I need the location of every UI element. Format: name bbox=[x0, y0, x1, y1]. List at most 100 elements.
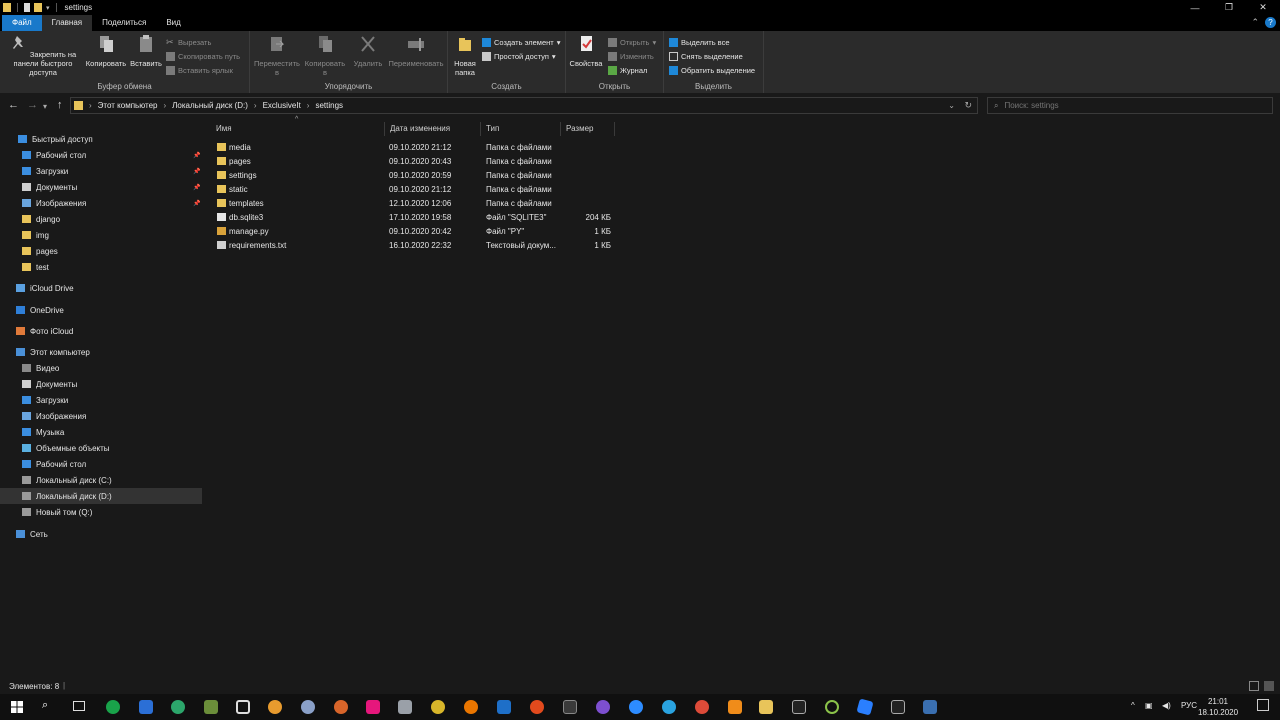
forward-arrow-icon[interactable]: → bbox=[27, 99, 38, 111]
sidebar-item[interactable]: Загрузки bbox=[0, 392, 202, 408]
sidebar-item[interactable]: Изображения 📌 bbox=[0, 195, 202, 211]
large-icons-view-button[interactable] bbox=[1264, 681, 1274, 691]
file-row[interactable]: manage.py 09.10.2020 20:42 Файл "PY" 1 КБ bbox=[207, 225, 617, 239]
pin-quick-access-button[interactable]: Закрепить на панели быстрого доступа bbox=[3, 34, 83, 77]
chevron-up-icon[interactable]: ^ bbox=[1131, 701, 1135, 710]
remote-desktop-icon[interactable] bbox=[497, 700, 511, 714]
tab-share[interactable]: Поделиться bbox=[92, 15, 156, 31]
history-button[interactable]: Журнал bbox=[608, 64, 647, 77]
volume-icon[interactable]: ◀) bbox=[1162, 701, 1171, 710]
unity-icon[interactable] bbox=[236, 700, 250, 714]
invert-selection-button[interactable]: Обратить выделение bbox=[669, 64, 755, 77]
new-item-button[interactable]: Создать элемент ▾ bbox=[482, 36, 560, 49]
app-icon[interactable] bbox=[301, 700, 315, 714]
clock[interactable]: 21:01 18.10.2020 bbox=[1198, 696, 1238, 718]
open-button[interactable]: Открыть ▾ bbox=[608, 36, 656, 49]
file-row[interactable]: templates 12.10.2020 12:06 Папка с файлами bbox=[207, 197, 617, 211]
select-all-button[interactable]: Выделить все bbox=[669, 36, 730, 49]
maximize-button[interactable]: ❐ bbox=[1212, 0, 1246, 15]
details-view-button[interactable] bbox=[1249, 681, 1259, 691]
colorful-app-icon[interactable] bbox=[431, 700, 445, 714]
sidebar-item[interactable]: Документы bbox=[0, 376, 202, 392]
clock-app-icon[interactable] bbox=[825, 700, 839, 714]
sidebar-item[interactable]: Загрузки 📌 bbox=[0, 163, 202, 179]
column-name[interactable]: Имя bbox=[211, 122, 385, 136]
notepad-icon[interactable] bbox=[398, 700, 412, 714]
tab-file[interactable]: Файл bbox=[2, 15, 42, 31]
pin-icon[interactable]: 📌 bbox=[193, 200, 200, 207]
cut-button[interactable]: ✂ Вырезать bbox=[166, 36, 211, 49]
sidebar-item[interactable]: Видео bbox=[0, 360, 202, 376]
sidebar-item[interactable]: OneDrive bbox=[0, 302, 202, 318]
sidebar-item[interactable]: Рабочий стол 📌 bbox=[0, 147, 202, 163]
sidebar-item[interactable]: Сеть bbox=[0, 526, 202, 542]
file-row[interactable]: media 09.10.2020 21:12 Папка с файлами bbox=[207, 141, 617, 155]
app-3-icon[interactable] bbox=[139, 700, 153, 714]
roblox-studio-icon[interactable] bbox=[856, 698, 874, 716]
network-icon[interactable]: ▣ bbox=[1145, 701, 1153, 710]
task-view-icon[interactable] bbox=[73, 701, 85, 711]
new-folder-button[interactable]: Новая папка bbox=[450, 34, 480, 77]
fox-app-icon[interactable] bbox=[334, 700, 348, 714]
calculator-icon[interactable] bbox=[563, 700, 577, 714]
paste-button[interactable]: Вставить bbox=[129, 34, 163, 68]
sidebar-item[interactable]: test bbox=[0, 259, 202, 275]
move-to-button[interactable]: Переместить в bbox=[252, 34, 302, 77]
terminal-icon[interactable] bbox=[792, 700, 806, 714]
column-date-modified[interactable]: Дата изменения bbox=[385, 122, 481, 136]
pin-icon[interactable]: 📌 bbox=[193, 152, 200, 159]
file-row[interactable]: db.sqlite3 17.10.2020 19:58 Файл "SQLITE3"… bbox=[207, 211, 617, 225]
copy-path-button[interactable]: Скопировать путь bbox=[166, 50, 240, 63]
minimize-button[interactable]: — bbox=[1178, 0, 1212, 15]
network-app-icon[interactable] bbox=[923, 700, 937, 714]
file-row[interactable]: pages 09.10.2020 20:43 Папка с файлами bbox=[207, 155, 617, 169]
column-size[interactable]: Размер bbox=[561, 122, 615, 136]
tab-home[interactable]: Главная bbox=[41, 15, 93, 31]
chatgpt-icon[interactable] bbox=[171, 700, 185, 714]
sidebar-item[interactable]: Музыка bbox=[0, 424, 202, 440]
address-bar[interactable]: › Этот компьютер › Локальный диск (D:) ›… bbox=[70, 97, 978, 114]
sidebar-item[interactable]: iCloud Drive bbox=[0, 280, 202, 296]
close-button[interactable]: ✕ bbox=[1246, 0, 1280, 15]
scratch-cat-icon[interactable] bbox=[268, 700, 282, 714]
sidebar-item[interactable]: Локальный диск (C:) bbox=[0, 472, 202, 488]
file-row[interactable]: static 09.10.2020 21:12 Папка с файлами bbox=[207, 183, 617, 197]
copy-to-button[interactable]: Копировать в bbox=[302, 34, 348, 77]
sidebar-item[interactable]: django bbox=[0, 211, 202, 227]
edit-button[interactable]: Изменить bbox=[608, 50, 654, 63]
file-explorer-icon[interactable] bbox=[759, 700, 773, 714]
select-none-button[interactable]: Снять выделение bbox=[669, 50, 743, 63]
sublime-text-icon[interactable] bbox=[728, 700, 742, 714]
breadcrumb-drive-d[interactable]: Локальный диск (D:) bbox=[172, 101, 248, 110]
copy-button[interactable]: Копировать bbox=[84, 34, 128, 68]
sidebar-item[interactable]: Документы 📌 bbox=[0, 179, 202, 195]
column-type[interactable]: Тип bbox=[481, 122, 561, 136]
file-row[interactable]: settings 09.10.2020 20:59 Папка с файлами bbox=[207, 169, 617, 183]
pin-icon[interactable]: 📌 bbox=[193, 168, 200, 175]
tab-view[interactable]: Вид bbox=[156, 15, 190, 31]
firefox-icon[interactable] bbox=[530, 700, 544, 714]
powershell-icon[interactable] bbox=[891, 700, 905, 714]
easy-access-button[interactable]: Простой доступ ▾ bbox=[482, 50, 556, 63]
language-indicator[interactable]: РУС bbox=[1181, 701, 1197, 710]
delete-button[interactable]: Удалить bbox=[350, 34, 386, 68]
chrome-icon[interactable] bbox=[695, 700, 709, 714]
pin-icon[interactable]: 📌 bbox=[193, 184, 200, 191]
sidebar-item[interactable]: Новый том (Q:) bbox=[0, 504, 202, 520]
sidebar-item[interactable]: pages bbox=[0, 243, 202, 259]
sidebar-item[interactable]: Фото iCloud bbox=[0, 323, 202, 339]
new-folder-icon[interactable] bbox=[34, 3, 42, 12]
properties-button[interactable]: Свойства bbox=[568, 34, 604, 68]
chevron-down-icon[interactable]: ▾ bbox=[46, 4, 50, 12]
windows-start-icon[interactable] bbox=[11, 701, 23, 713]
sidebar-item[interactable]: Изображения bbox=[0, 408, 202, 424]
address-dropdown-icon[interactable]: ⌄ bbox=[948, 101, 955, 110]
sidebar-item[interactable]: Локальный диск (D:) bbox=[0, 488, 202, 504]
breadcrumb-exclusiveit[interactable]: ExclusiveIt bbox=[263, 101, 301, 110]
zoom-icon[interactable] bbox=[629, 700, 643, 714]
file-row[interactable]: requirements.txt 16.10.2020 22:32 Текстовы… bbox=[207, 239, 617, 253]
chevron-up-icon[interactable]: ⌃ bbox=[1251, 17, 1259, 28]
paste-shortcut-button[interactable]: Вставить ярлык bbox=[166, 64, 233, 77]
rename-button[interactable]: Переименовать bbox=[386, 34, 446, 68]
minecraft-icon[interactable] bbox=[204, 700, 218, 714]
